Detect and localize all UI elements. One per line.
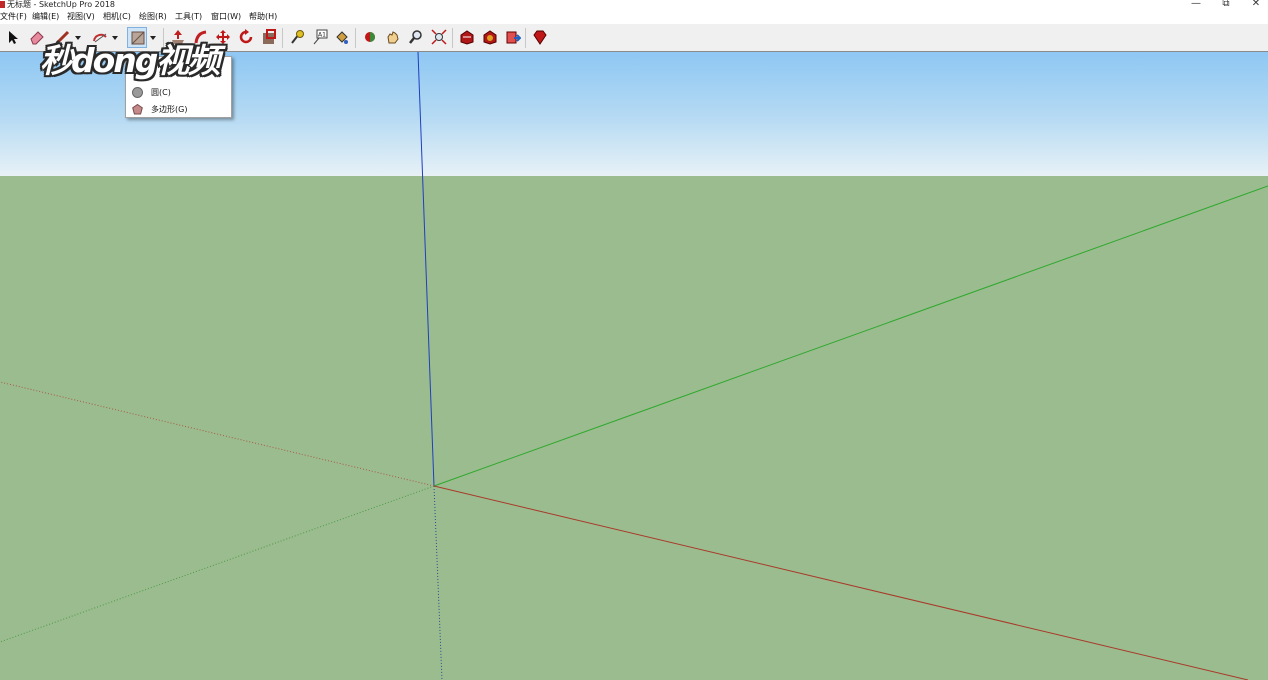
ruby-console-button[interactable]	[530, 27, 550, 48]
tape-measure-icon	[291, 30, 304, 44]
menu-window[interactable]: 窗口(W)	[211, 10, 241, 24]
menu-tools[interactable]: 工具(T)	[175, 10, 202, 24]
toolbar-separator	[282, 28, 283, 48]
minimize-button[interactable]: —	[1189, 0, 1203, 9]
extension-warehouse-icon	[483, 30, 497, 45]
dropdown-item-label: 圆(C)	[151, 88, 171, 97]
orbit-tool-button[interactable]	[360, 27, 380, 48]
tape-measure-tool-button[interactable]	[287, 27, 307, 48]
zoom-tool-button[interactable]	[406, 27, 426, 48]
menu-file[interactable]: 文件(F)	[0, 10, 27, 24]
dropdown-item-polygon[interactable]: 多边形(G)	[126, 101, 231, 117]
zoom-icon	[409, 30, 422, 44]
close-button[interactable]: ✕	[1249, 0, 1263, 9]
polygon-shape-icon	[132, 104, 143, 115]
restore-button[interactable]: ⧉	[1219, 0, 1233, 9]
menu-camera[interactable]: 相机(C)	[103, 10, 131, 24]
pan-hand-icon	[387, 31, 399, 44]
zoom-extents-tool-button[interactable]	[429, 27, 449, 48]
blue-axis-negative	[433, 485, 443, 680]
send-to-layout-icon	[506, 31, 521, 44]
ruby-icon	[533, 30, 547, 45]
dropdown-item-circle[interactable]: 圆(C)	[126, 84, 231, 100]
zoom-extents-icon	[431, 29, 447, 45]
paint-bucket-icon	[336, 31, 348, 44]
model-axes	[0, 52, 1268, 680]
sketchup-app-icon	[0, 1, 5, 8]
warehouse-icon	[460, 30, 474, 45]
menu-help[interactable]: 帮助(H)	[249, 10, 277, 24]
menu-edit[interactable]: 编辑(E)	[32, 10, 59, 24]
green-axis	[433, 185, 1268, 487]
red-axis	[433, 485, 1249, 680]
send-to-layout-button[interactable]	[503, 27, 523, 48]
orbit-icon	[365, 32, 375, 42]
text-icon: A1	[313, 29, 328, 45]
menu-view[interactable]: 视图(V)	[67, 10, 95, 24]
pan-tool-button[interactable]	[383, 27, 403, 48]
rotate-tool-button[interactable]	[236, 27, 256, 48]
offset-tool-button[interactable]	[259, 27, 279, 48]
toolbar-separator	[355, 28, 356, 48]
paint-bucket-tool-button[interactable]	[332, 27, 352, 48]
dropdown-item-label: 多边形(G)	[151, 105, 188, 114]
blue-axis	[417, 52, 435, 487]
svg-text:A1: A1	[318, 32, 326, 39]
select-arrow-icon	[9, 31, 18, 44]
rotate-icon	[239, 29, 253, 44]
title-bar: 无标题 - SketchUp Pro 2018 — ⧉ ✕	[0, 0, 1268, 10]
red-axis-negative	[0, 381, 435, 487]
3d-warehouse-button[interactable]	[457, 27, 477, 48]
menu-draw[interactable]: 绘图(R)	[139, 10, 167, 24]
window-title: 无标题 - SketchUp Pro 2018	[7, 0, 115, 9]
toolbar-separator	[525, 28, 526, 48]
circle-shape-icon	[132, 87, 143, 98]
toolbar-separator	[452, 28, 453, 48]
watermark-logo: 秒dong视频	[40, 41, 220, 80]
text-tool-button[interactable]: A1	[310, 27, 330, 48]
green-axis-negative	[0, 485, 435, 643]
drawing-viewport[interactable]	[0, 52, 1268, 680]
menu-bar: 文件(F) 编辑(E) 视图(V) 相机(C) 绘图(R) 工具(T) 窗口(W…	[0, 10, 1268, 24]
select-tool-button[interactable]	[2, 27, 22, 48]
extension-warehouse-button[interactable]	[480, 27, 500, 48]
offset-icon	[263, 29, 276, 44]
